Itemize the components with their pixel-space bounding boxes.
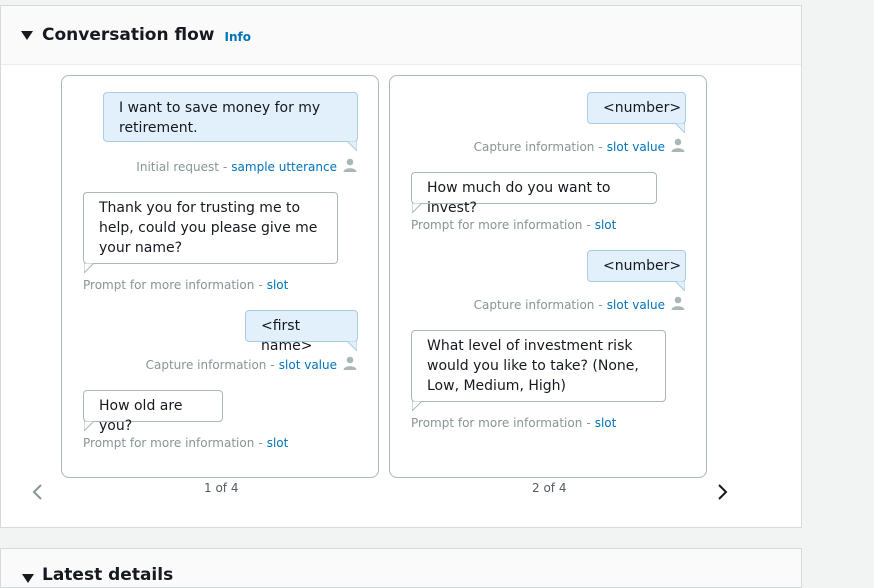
message-caption: Initial request - sample utterance [136, 158, 357, 175]
caption-separator: - [258, 278, 263, 292]
info-link[interactable]: Info [224, 30, 250, 44]
user-icon [671, 296, 685, 313]
message-caption: Prompt for more information - slot [411, 218, 616, 232]
message-caption: Capture information - slot value [474, 296, 685, 313]
message-text: Thank you for trusting me to help, could… [99, 200, 318, 256]
caption-text: Capture information [145, 357, 267, 372]
caption-link[interactable]: slot value [279, 358, 337, 372]
bot-message: Thank you for trusting me to help, could… [83, 192, 338, 264]
bot-message: How much do you want to invest? [411, 172, 657, 216]
caption-text: Initial request [136, 159, 219, 174]
caption-link[interactable]: slot [267, 436, 289, 450]
caption-text: Prompt for more information [411, 218, 583, 232]
message-text: <number> [603, 258, 682, 274]
caption-separator: - [586, 218, 591, 232]
user-message: <number> [587, 92, 686, 124]
message-text: I want to save money for my retirement. [119, 100, 321, 136]
bubble-tail [84, 421, 94, 431]
message-text: <first name> [261, 318, 313, 354]
user-icon [671, 138, 685, 155]
message-caption: Prompt for more information - slot [411, 416, 616, 430]
caption-link[interactable]: slot [595, 218, 617, 232]
page-indicator: 2 of 4 [532, 481, 567, 495]
user-message: I want to save money for my retirement. [103, 92, 358, 142]
bubble-tail [347, 341, 357, 351]
caption-separator: - [270, 357, 275, 372]
user-icon [343, 356, 357, 373]
message-text: What level of investment risk would you … [427, 338, 639, 394]
caption-text: Prompt for more information [83, 436, 255, 450]
bubble-tail [675, 281, 685, 291]
chevron-left-icon[interactable] [30, 482, 46, 502]
bot-message: How old are you? [83, 390, 223, 434]
panel-title: Conversation flow [42, 25, 215, 45]
message-caption: Capture information - slot value [474, 138, 685, 155]
caption-link[interactable]: slot value [607, 298, 665, 312]
caption-separator: - [598, 139, 603, 154]
bubble-tail [347, 141, 357, 151]
caption-separator: - [598, 297, 603, 312]
caption-separator: - [222, 159, 228, 174]
bubble-tail [675, 123, 685, 133]
caption-link[interactable]: slot [595, 416, 617, 430]
page-indicator: 1 of 4 [204, 481, 239, 495]
caption-separator: - [586, 416, 591, 430]
user-icon [343, 158, 357, 175]
message-text: <number> [603, 100, 682, 116]
panel-title: Latest details [42, 565, 174, 585]
caption-link[interactable]: slot [267, 278, 289, 292]
message-caption: Prompt for more information - slot [83, 278, 288, 292]
chevron-right-icon[interactable] [714, 482, 730, 502]
bubble-tail [412, 203, 422, 213]
message-caption: Capture information - slot value [146, 356, 357, 373]
bot-message: What level of investment risk would you … [411, 330, 666, 402]
caption-text: Capture information [473, 139, 595, 154]
message-caption: Prompt for more information - slot [83, 436, 288, 450]
caption-separator: - [258, 436, 263, 450]
bubble-tail [84, 263, 94, 273]
caption-text: Prompt for more information [411, 416, 583, 430]
caret-down-icon[interactable] [21, 31, 33, 40]
latest-details-panel[interactable]: Latest details [0, 548, 802, 588]
caption-text: Prompt for more information [83, 278, 255, 292]
bubble-tail [412, 401, 422, 411]
user-message: <first name> [245, 310, 358, 354]
user-message: <number> [587, 250, 686, 282]
caption-link[interactable]: sample utterance [231, 160, 337, 174]
caption-text: Capture information [473, 297, 595, 312]
caption-link[interactable]: slot value [607, 140, 665, 154]
panel-header[interactable]: Conversation flow Info [1, 6, 801, 65]
caret-down-icon[interactable] [22, 574, 34, 583]
